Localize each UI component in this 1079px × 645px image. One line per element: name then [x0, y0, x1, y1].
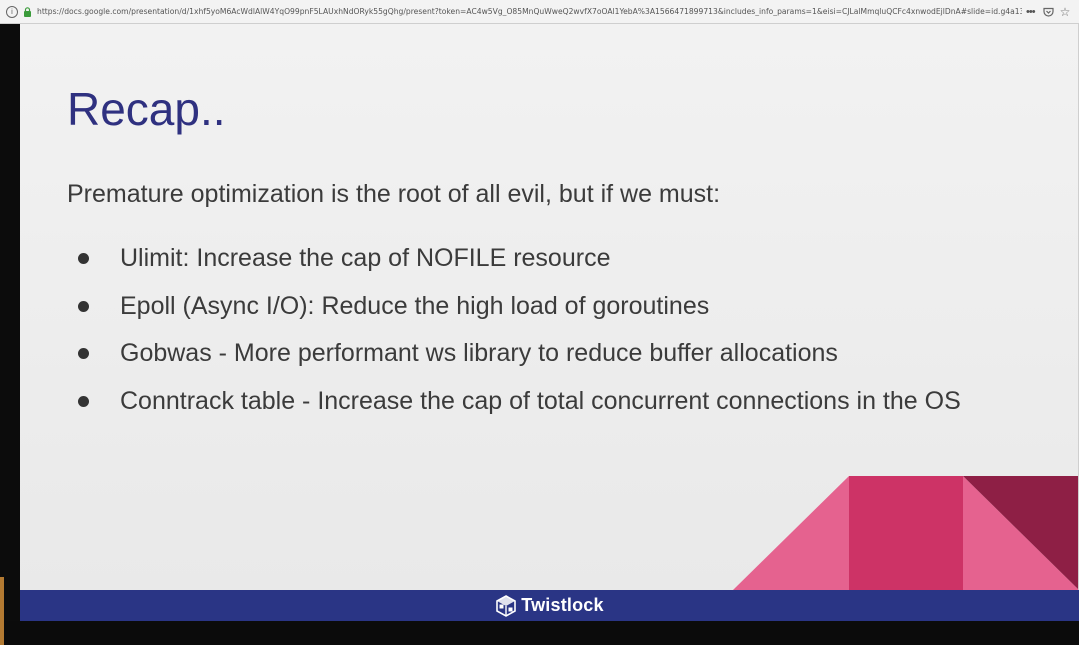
slide-footer: Twistlock [20, 590, 1079, 621]
left-edge-accent [0, 577, 4, 645]
pocket-icon[interactable] [1042, 7, 1054, 17]
decorative-triangles [733, 476, 1079, 590]
twistlock-logo: Twistlock [495, 594, 604, 617]
lock-icon [24, 6, 31, 17]
twistlock-cube-icon [496, 594, 517, 617]
url-field[interactable]: https://docs.google.com/presentation/d/1… [37, 7, 1022, 16]
slide: Recap.. Premature optimization is the ro… [20, 24, 1079, 590]
logo-text: Twistlock [521, 595, 604, 615]
rect-pink-middle [849, 476, 963, 590]
page-actions-more-icon[interactable]: ••• [1026, 6, 1036, 18]
left-edge-strip [0, 24, 20, 645]
triangle-light-left [733, 476, 849, 590]
info-icon[interactable]: i [6, 5, 18, 18]
star-icon[interactable]: ☆ [1060, 5, 1071, 19]
browser-address-bar: i https://docs.google.com/presentation/d… [0, 0, 1079, 24]
